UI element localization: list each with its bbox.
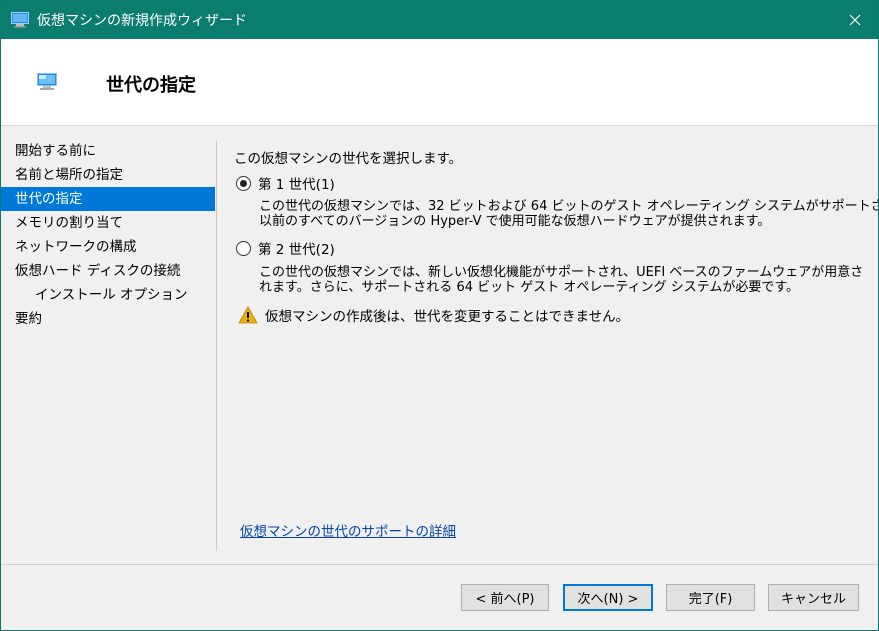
title-bar: 仮想マシンの新規作成ウィザード [1,1,878,39]
generation-2-description: この世代の仮想マシンでは、新しい仮想化機能がサポートされ、UEFI ベースのファ… [259,265,863,295]
wizard-header: 世代の指定 [1,39,878,126]
wizard-window: 仮想マシンの新規作成ウィザード 世代の指定 開始する前に 名前と場所の指定 世代… [0,0,879,631]
generation-2-radio[interactable] [236,240,251,256]
step-connect-virtual-hard-disk[interactable]: 仮想ハード ディスクの接続 [1,259,215,283]
step-name-and-location[interactable]: 名前と場所の指定 [1,163,215,187]
generation-2-label[interactable]: 第 2 世代(2) [258,238,335,258]
step-configure-networking[interactable]: ネットワークの構成 [1,235,215,259]
generation-1-desc-line-2: 以前のすべてのバージョンの Hyper-V で使用可能な仮想ハードウェアが提供さ… [259,214,771,229]
step-assign-memory[interactable]: メモリの割り当て [1,211,215,235]
generation-1-desc-line-1: この世代の仮想マシンでは、32 ビットおよび 64 ビットのゲスト オペレーティ… [259,199,879,214]
step-installation-options[interactable]: インストール オプション [1,283,215,307]
generation-1-option[interactable]: 第 1 世代(1) [236,173,335,193]
generation-support-details-link[interactable]: 仮想マシンの世代のサポートの詳細 [240,520,456,540]
step-summary[interactable]: 要約 [1,307,215,331]
step-specify-generation[interactable]: 世代の指定 [1,187,215,211]
footer-divider [1,564,878,565]
close-icon [849,14,861,26]
close-button[interactable] [832,1,878,39]
step-before-you-begin[interactable]: 開始する前に [1,139,215,163]
wizard-steps-nav: 開始する前に 名前と場所の指定 世代の指定 メモリの割り当て ネットワークの構成… [1,139,215,331]
warning-icon [238,306,258,324]
generation-warning: 仮想マシンの作成後は、世代を変更することはできません。 [238,305,629,325]
generation-2-option[interactable]: 第 2 世代(2) [236,238,335,258]
finish-button[interactable]: 完了(F) [666,584,755,611]
generation-2-desc-line-2: れます。さらに、サポートされる 64 ビット ゲスト オペレーティング システム… [259,280,800,295]
back-button[interactable]: < 前へ(P) [461,584,549,611]
generation-2-desc-line-1: この世代の仮想マシンでは、新しい仮想化機能がサポートされ、UEFI ベースのファ… [259,265,864,280]
cancel-button[interactable]: キャンセル [768,584,859,611]
next-button[interactable]: 次へ(N) > [563,584,653,611]
intro-text: この仮想マシンの世代を選択します。 [234,151,463,167]
warning-text: 仮想マシンの作成後は、世代を変更することはできません。 [265,309,630,325]
generation-1-radio[interactable] [236,175,251,191]
virtual-machine-icon [37,73,57,90]
hyper-v-app-icon [11,12,29,28]
vertical-divider [216,141,217,551]
page-title: 世代の指定 [106,75,196,96]
window-title: 仮想マシンの新規作成ウィザード [37,13,247,29]
generation-1-description: この世代の仮想マシンでは、32 ビットおよび 64 ビットのゲスト オペレーティ… [259,199,879,229]
generation-1-label[interactable]: 第 1 世代(1) [258,173,335,193]
